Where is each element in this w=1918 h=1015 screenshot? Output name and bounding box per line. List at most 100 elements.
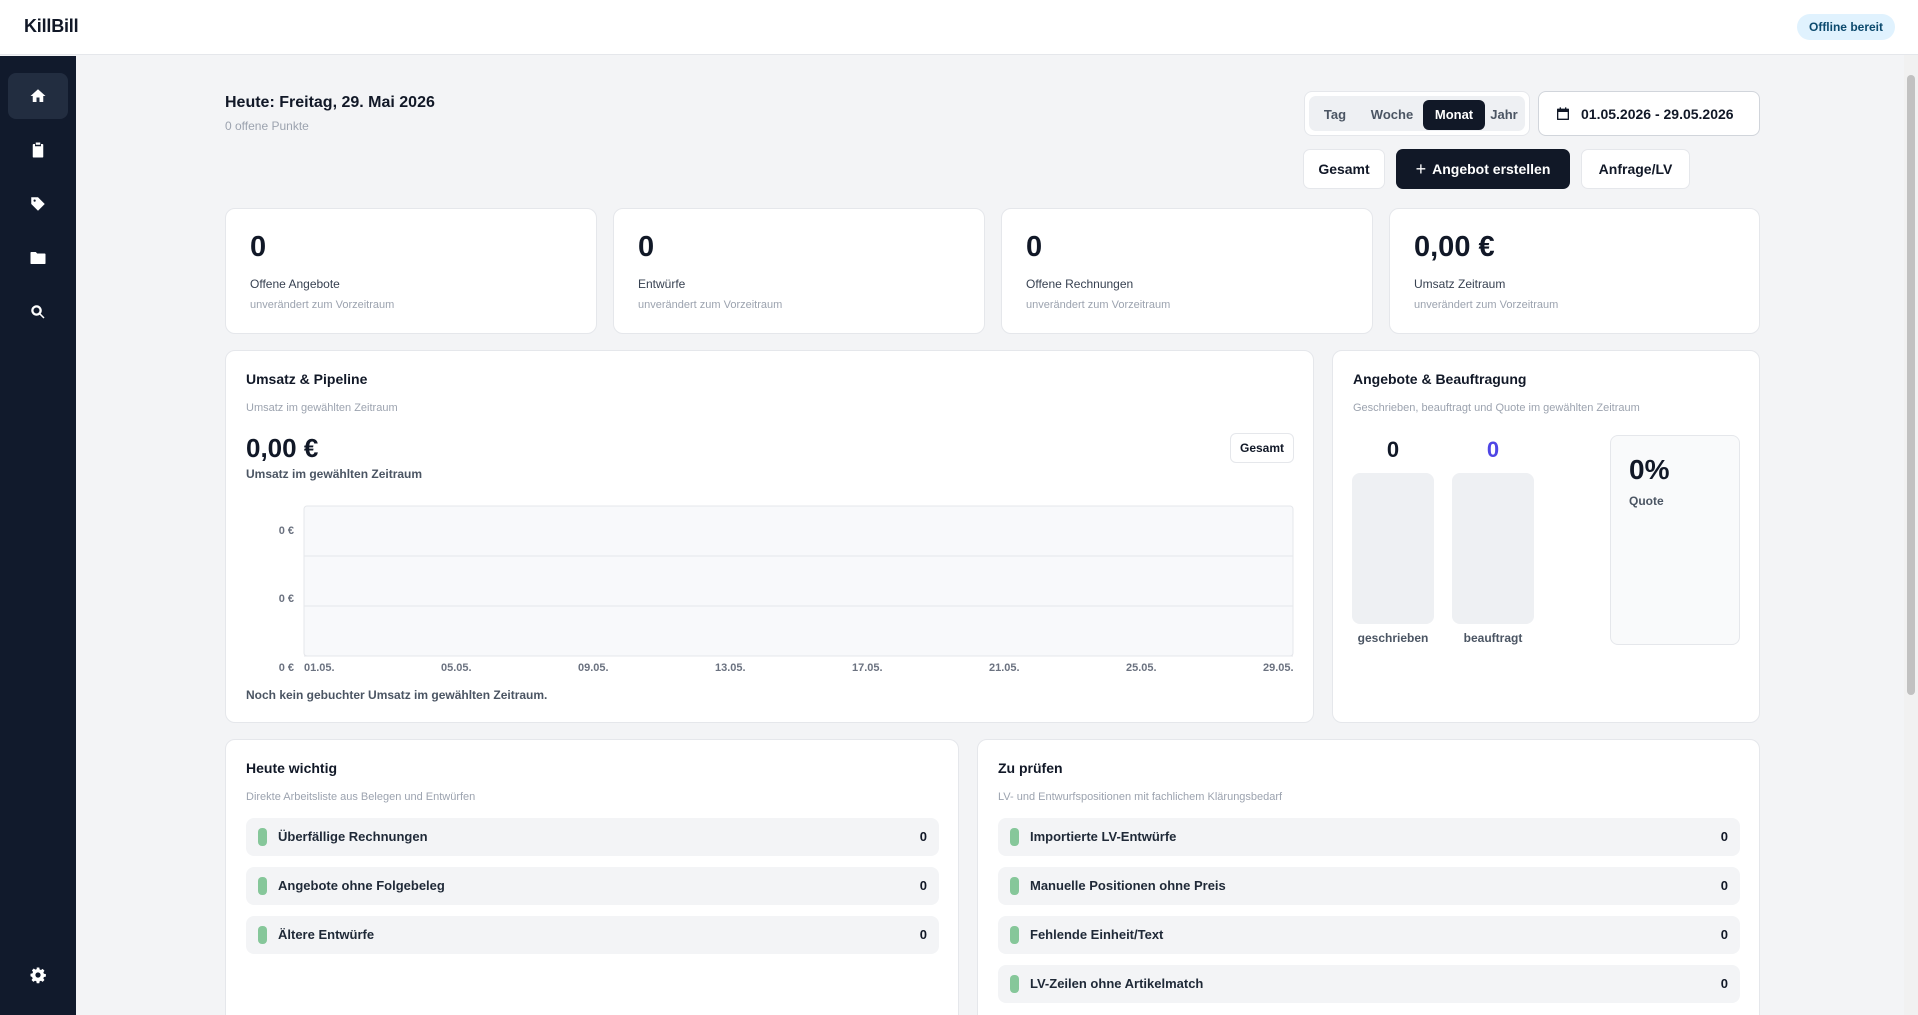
status-indicator [1010, 877, 1019, 895]
period-woche-button[interactable]: Woche [1361, 100, 1423, 130]
status-indicator [1010, 975, 1019, 993]
x-tick-label: 01.05. [304, 662, 335, 674]
quote-value: 0% [1629, 454, 1670, 485]
open-items-count: 0 offene Punkte [225, 119, 309, 133]
revenue-empty-message: Noch kein gebuchter Umsatz im gewählten … [246, 688, 548, 702]
revenue-total-toggle[interactable]: Gesamt [1230, 433, 1294, 463]
sidebar-item-home[interactable] [8, 73, 68, 119]
x-tick-label: 09.05. [578, 662, 609, 674]
ordered-label: beauftragt [1463, 631, 1523, 645]
kpi-value: 0 [638, 231, 655, 263]
kpi-label: Entwürfe [638, 277, 686, 291]
tag-icon [31, 197, 45, 211]
kpi-card-drafts[interactable]: 0 Entwürfe unverändert zum Vorzeitraum [613, 208, 985, 334]
chart-plot-area [303, 505, 1294, 657]
list-item-count: 0 [1720, 927, 1728, 942]
kpi-note: unverändert zum Vorzeitraum [638, 299, 783, 311]
revenue-chart: 0 € 0 € 0 € 01.05. 05.05. 09.05. 13.05. 17.05. 2… [279, 505, 1294, 674]
top-bar: KillBill Offline bereit [0, 0, 1918, 55]
kpi-label: Offene Angebote [250, 277, 340, 291]
written-count: 0 [1386, 437, 1400, 462]
status-indicator [258, 877, 267, 895]
kpi-value: 0 [1026, 231, 1043, 263]
written-bar [1352, 473, 1434, 624]
list-item[interactable]: Manuelle Positionen ohne Preis 0 [998, 867, 1740, 905]
list-item-count: 0 [1720, 829, 1728, 844]
sidebar-item-projects[interactable] [8, 235, 68, 281]
list-item-count: 0 [919, 878, 927, 893]
list-item-label: Importierte LV-Entwürfe [1030, 829, 1177, 844]
period-selector: Tag Woche Monat Jahr [1304, 91, 1530, 136]
list-item[interactable]: Überfällige Rechnungen 0 [246, 818, 939, 856]
card-title: Zu prüfen [998, 760, 1063, 776]
x-tick-label: 05.05. [441, 662, 472, 674]
list-item-label: Überfällige Rechnungen [278, 829, 428, 844]
scrollbar-thumb[interactable] [1907, 75, 1915, 695]
list-item-count: 0 [1720, 878, 1728, 893]
list-item-label: LV-Zeilen ohne Artikelmatch [1030, 976, 1204, 991]
x-tick-label: 13.05. [715, 662, 746, 674]
create-offer-label: Angebot erstellen [1432, 161, 1551, 177]
ordered-count: 0 [1486, 437, 1500, 462]
x-tick-label: 25.05. [1126, 662, 1157, 674]
list-item-count: 0 [919, 829, 927, 844]
sidebar-item-articles[interactable] [8, 181, 68, 227]
kpi-note: unverändert zum Vorzeitraum [250, 299, 395, 311]
period-tag-button[interactable]: Tag [1313, 100, 1357, 130]
revenue-pipeline-card: Umsatz & Pipeline Umsatz im gewählten Ze… [225, 350, 1314, 723]
status-indicator [258, 828, 267, 846]
kpi-label: Umsatz Zeitraum [1414, 277, 1506, 291]
app-title: KillBill [24, 16, 79, 36]
y-tick-label: 0 € [279, 525, 294, 537]
list-item-count: 0 [1720, 976, 1728, 991]
search-icon [31, 305, 45, 319]
list-item-label: Ältere Entwürfe [278, 927, 375, 942]
list-item[interactable]: Importierte LV-Entwürfe 0 [998, 818, 1740, 856]
x-tick-label: 29.05. [1263, 662, 1294, 674]
list-item-label: Manuelle Positionen ohne Preis [1030, 878, 1226, 893]
home-icon [30, 89, 46, 102]
period-monat-button[interactable]: Monat [1423, 100, 1485, 130]
plus-icon: + [1415, 159, 1427, 179]
status-indicator [1010, 828, 1019, 846]
settings-button[interactable] [8, 952, 68, 998]
list-item[interactable]: Angebote ohne Folgebeleg 0 [246, 867, 939, 905]
list-item-label: Angebote ohne Folgebeleg [278, 878, 445, 893]
kpi-card-open-invoices[interactable]: 0 Offene Rechnungen unverändert zum Vorz… [1001, 208, 1373, 334]
ordered-bar [1452, 473, 1534, 624]
date-range-picker[interactable]: 01.05.2026 - 29.05.2026 [1538, 91, 1760, 136]
kpi-note: unverändert zum Vorzeitraum [1414, 299, 1559, 311]
sidebar-item-search[interactable] [8, 289, 68, 335]
today-important-card: Heute wichtig Direkte Arbeitsliste aus B… [225, 739, 959, 1015]
to-check-card: Zu prüfen LV- und Entwurfspositionen mit… [977, 739, 1760, 1015]
card-subtitle: LV- und Entwurfspositionen mit fachliche… [998, 791, 1283, 803]
card-subtitle: Geschrieben, beauftragt und Quote im gew… [1353, 402, 1640, 414]
request-lv-button[interactable]: Anfrage/LV [1581, 149, 1690, 189]
folder-icon [30, 252, 46, 264]
kpi-label: Offene Rechnungen [1026, 277, 1134, 291]
offline-status-badge: Offline bereit [1796, 14, 1895, 40]
gear-icon [30, 967, 46, 984]
sidebar [0, 56, 76, 1015]
quote-box: 0% Quote [1610, 435, 1740, 645]
quote-label: Quote [1629, 494, 1664, 508]
kpi-value: 0,00 € [1414, 231, 1495, 263]
calendar-icon [1557, 106, 1569, 120]
x-tick-label: 21.05. [989, 662, 1020, 674]
sidebar-item-documents[interactable] [8, 127, 68, 173]
list-item[interactable]: LV-Zeilen ohne Artikelmatch 0 [998, 965, 1740, 1003]
status-indicator [1010, 926, 1019, 944]
revenue-value-label: Umsatz im gewählten Zeitraum [246, 467, 423, 481]
list-item[interactable]: Fehlende Einheit/Text 0 [998, 916, 1740, 954]
kpi-card-revenue[interactable]: 0,00 € Umsatz Zeitraum unverändert zum V… [1389, 208, 1760, 334]
create-offer-button[interactable]: + Angebot erstellen [1396, 149, 1570, 189]
kpi-value: 0 [250, 231, 267, 263]
card-title: Angebote & Beauftragung [1353, 371, 1527, 387]
card-title: Heute wichtig [246, 760, 338, 776]
card-subtitle: Umsatz im gewählten Zeitraum [246, 402, 398, 414]
list-item[interactable]: Ältere Entwürfe 0 [246, 916, 939, 954]
period-jahr-button[interactable]: Jahr [1485, 100, 1523, 130]
total-button[interactable]: Gesamt [1303, 149, 1385, 189]
kpi-note: unverändert zum Vorzeitraum [1026, 299, 1171, 311]
kpi-card-open-offers[interactable]: 0 Offene Angebote unverändert zum Vorzei… [225, 208, 597, 334]
